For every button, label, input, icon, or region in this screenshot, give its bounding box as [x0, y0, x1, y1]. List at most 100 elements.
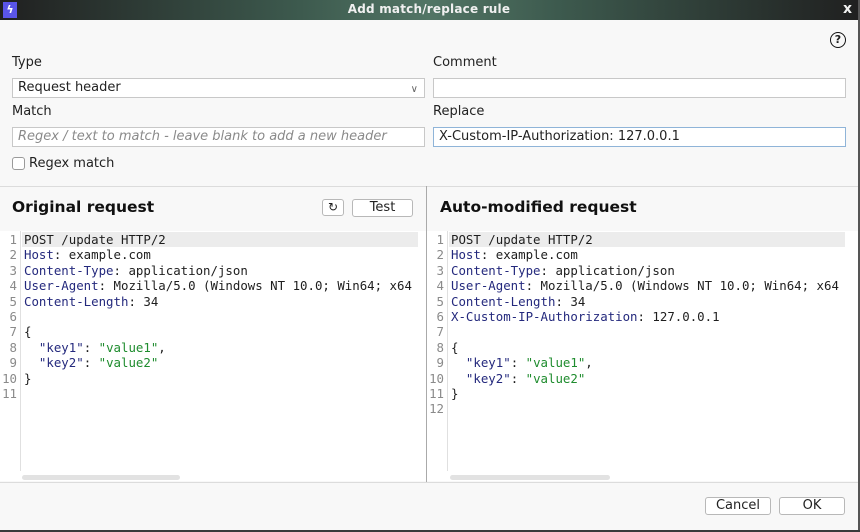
- line-number: 1: [9, 232, 17, 247]
- refresh-icon: ↻: [327, 200, 339, 214]
- line-text: Content-Type: application/json: [24, 263, 248, 278]
- line-number: 6: [436, 309, 444, 324]
- text-token: }: [451, 386, 459, 401]
- line-text: Host: example.com: [451, 247, 578, 262]
- line-text: Content-Type: application/json: [451, 263, 675, 278]
- original-request-editor[interactable]: 1 POST /update HTTP/2 2 Host: example.com 3 C…: [0, 231, 426, 481]
- line-number: 12: [429, 401, 444, 417]
- line-number: 5: [436, 293, 444, 309]
- type-label: Type: [12, 55, 42, 70]
- line-number: 2: [436, 247, 444, 263]
- line-text: "key1": "value1",: [451, 355, 593, 370]
- text-token: : 127.0.0.1: [637, 309, 720, 324]
- line-text: Host: example.com: [24, 247, 151, 262]
- match-input[interactable]: Regex / text to match - leave blank to a…: [12, 127, 425, 147]
- line-text: Content-Length: 34: [24, 294, 158, 309]
- chevron-down-icon: ∨: [410, 84, 418, 95]
- header-name: Content-Length: [451, 293, 556, 309]
- line-text: {: [451, 340, 458, 355]
- line-number: 4: [436, 278, 444, 294]
- line-text: "key1": "value1",: [24, 340, 166, 355]
- regex-match-checkbox[interactable]: [12, 157, 25, 170]
- text-token: :: [83, 355, 99, 371]
- header-name: Content-Type: [24, 262, 114, 278]
- comment-label: Comment: [433, 55, 497, 70]
- text-token: {: [24, 324, 32, 340]
- line-number: 5: [9, 293, 17, 309]
- match-label: Match: [12, 104, 52, 119]
- cancel-button[interactable]: Cancel: [705, 497, 771, 515]
- json-value: "value1": [525, 355, 586, 371]
- header-name: User-Agent: [24, 278, 99, 294]
- line-text: }: [24, 371, 31, 386]
- horizontal-scrollbar[interactable]: [450, 475, 610, 480]
- header-name: X-Custom-IP-Authorization: [451, 309, 638, 324]
- text-token: {: [451, 339, 459, 355]
- modified-request-editor[interactable]: 1 POST /update HTTP/2 2 Host: example.com 3 C…: [427, 231, 858, 481]
- text-token: POST /update HTTP/2: [451, 232, 593, 247]
- line-number: 11: [429, 386, 444, 401]
- header-name: Host: [24, 247, 54, 263]
- comment-input[interactable]: [433, 78, 846, 98]
- text-token: :: [510, 370, 526, 386]
- json-value: "value2": [98, 355, 159, 371]
- line-number: 9: [9, 355, 17, 371]
- line-text: POST /update HTTP/2: [451, 232, 593, 247]
- text-token: : example.com: [480, 247, 578, 263]
- regex-match-label[interactable]: Regex match: [29, 156, 114, 171]
- text-token: :: [83, 339, 99, 355]
- title-bar[interactable]: ϟ Add match/replace rule x: [0, 0, 858, 20]
- refresh-button[interactable]: ↻: [322, 199, 344, 216]
- line-text: POST /update HTTP/2: [24, 232, 166, 247]
- line-number: 10: [2, 370, 17, 386]
- text-token: ,: [158, 339, 166, 355]
- line-text: "key2": "value2": [451, 371, 585, 386]
- replace-input[interactable]: X-Custom-IP-Authorization: 127.0.0.1: [433, 127, 846, 147]
- text-token: : 34: [128, 293, 159, 309]
- type-select-value: Request header: [18, 80, 121, 95]
- horizontal-scrollbar[interactable]: [22, 475, 180, 480]
- text-token: POST /update HTTP/2: [24, 232, 166, 247]
- json-key: "key1": [38, 339, 84, 355]
- text-token: : Mozilla/5.0 (Windows NT 10.0; Win64; x…: [98, 278, 412, 294]
- line-number: 1: [436, 232, 444, 247]
- line-text: {: [24, 324, 31, 339]
- line-text: User-Agent: Mozilla/5.0 (Windows NT 10.0…: [451, 278, 839, 293]
- section-divider: [0, 186, 858, 187]
- line-number: 7: [9, 324, 17, 340]
- line-number: 8: [436, 339, 444, 355]
- text-token: : 34: [555, 293, 586, 309]
- line-text: User-Agent: Mozilla/5.0 (Windows NT 10.0…: [24, 278, 412, 293]
- json-key: "key1": [465, 355, 511, 371]
- text-token: }: [24, 370, 32, 386]
- dialog-title: Add match/replace rule: [347, 2, 511, 16]
- test-button[interactable]: Test: [352, 199, 413, 217]
- line-text: }: [451, 386, 458, 401]
- json-key: "key2": [465, 370, 511, 386]
- text-token: ,: [585, 355, 593, 371]
- ok-button[interactable]: OK: [779, 497, 845, 515]
- json-value: "value1": [98, 339, 159, 355]
- line-number: 6: [9, 309, 17, 324]
- line-text: Content-Length: 34: [451, 294, 585, 309]
- json-value: "value2": [525, 370, 586, 386]
- header-name: Host: [451, 247, 481, 263]
- close-icon[interactable]: x: [843, 1, 852, 17]
- type-select[interactable]: Request header ∨: [12, 78, 425, 98]
- text-token: : application/json: [540, 262, 675, 278]
- text-token: :: [510, 355, 526, 371]
- line-number: 9: [436, 355, 444, 371]
- line-number: 2: [9, 247, 17, 263]
- help-icon[interactable]: ?: [830, 32, 846, 48]
- replace-label: Replace: [433, 104, 485, 119]
- line-number: 8: [9, 339, 17, 355]
- line-text: "key2": "value2": [24, 355, 158, 370]
- header-name: Content-Length: [24, 293, 129, 309]
- header-name: Content-Type: [451, 262, 541, 278]
- line-number: 11: [2, 386, 17, 401]
- dialog-footer: Cancel OK: [0, 482, 858, 530]
